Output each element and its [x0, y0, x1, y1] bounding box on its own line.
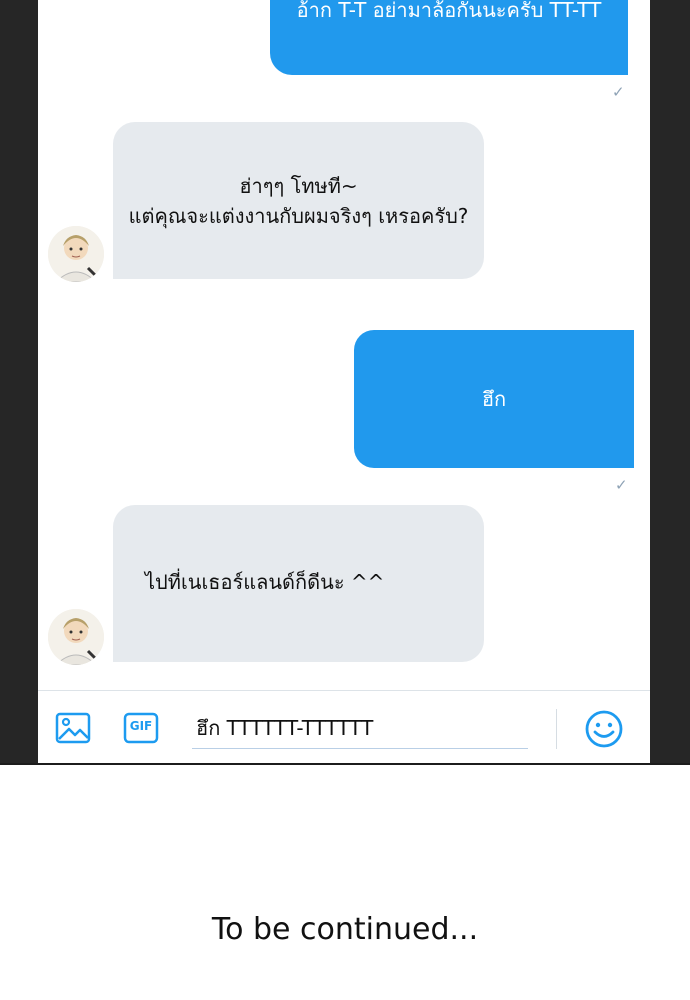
message-input[interactable]: ฮึก TTTTTT-TTTTTT — [192, 711, 528, 749]
message-text: อ้าก T-T อย่ามาล้อกันนะครับ TT-TT — [296, 0, 602, 22]
to-be-continued-caption: To be continued... — [211, 912, 479, 947]
gif-button[interactable]: GIF — [123, 712, 159, 748]
message-input-value: ฮึก TTTTTT-TTTTTT — [196, 716, 374, 740]
right-frame — [650, 0, 690, 764]
check-icon: ✓ — [612, 83, 625, 101]
message-composer: GIF ฮึก TTTTTT-TTTTTT — [38, 690, 650, 764]
avatar-icon[interactable] — [48, 609, 104, 665]
left-frame — [0, 0, 38, 764]
image-icon[interactable] — [55, 712, 91, 748]
message-text: ฮึก — [481, 387, 507, 411]
panel-bottom-border — [0, 763, 690, 765]
composer-divider — [556, 709, 557, 749]
message-text: ฮ่าๆๆ โทษที~ แต่คุณจะแต่งงานกับผมจริงๆ เ… — [128, 173, 469, 228]
outgoing-message: อ้าก T-T อย่ามาล้อกันนะครับ TT-TT — [270, 0, 628, 75]
incoming-message: ฮ่าๆๆ โทษที~ แต่คุณจะแต่งงานกับผมจริงๆ เ… — [113, 122, 484, 279]
chat-thread[interactable]: อ้าก T-T อย่ามาล้อกันนะครับ TT-TT ✓ ฮ่าๆ… — [38, 0, 650, 690]
gif-label: GIF — [129, 719, 153, 733]
check-icon: ✓ — [615, 476, 628, 494]
avatar-icon[interactable] — [48, 226, 104, 282]
incoming-message: ไปที่เนเธอร์แลนด์ก็ดีนะ ^^ — [113, 505, 484, 662]
outgoing-message: ฮึก — [354, 330, 634, 468]
emoji-icon[interactable] — [584, 709, 624, 753]
message-text: ไปที่เนเธอร์แลนด์ก็ดีนะ ^^ — [145, 570, 385, 594]
